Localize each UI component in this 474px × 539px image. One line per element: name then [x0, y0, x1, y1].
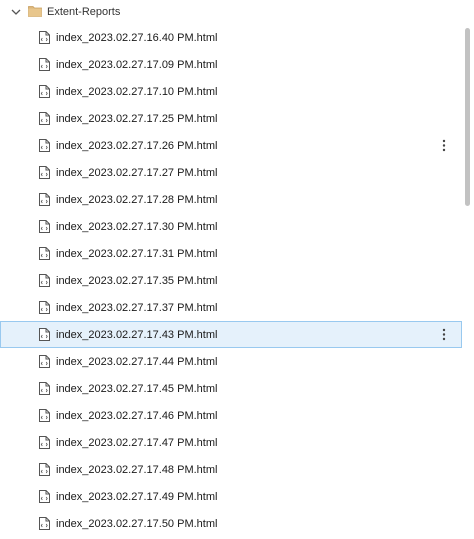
file-name: index_2023.02.27.17.48 PM.html — [56, 464, 218, 476]
html-file-icon — [39, 139, 50, 152]
file-row[interactable]: index_2023.02.27.17.44 PM.html — [0, 348, 462, 375]
file-row[interactable]: index_2023.02.27.17.31 PM.html — [0, 240, 462, 267]
file-name: index_2023.02.27.17.35 PM.html — [56, 275, 218, 287]
html-file-icon — [39, 247, 50, 260]
file-row[interactable]: index_2023.02.27.17.35 PM.html — [0, 267, 462, 294]
file-row[interactable]: index_2023.02.27.17.50 PM.html — [0, 510, 462, 537]
file-row[interactable]: index_2023.02.27.17.10 PM.html — [0, 78, 462, 105]
file-name: index_2023.02.27.17.50 PM.html — [56, 518, 218, 530]
file-name: index_2023.02.27.17.31 PM.html — [56, 248, 218, 260]
html-file-icon — [39, 85, 50, 98]
html-file-icon — [39, 328, 50, 341]
html-file-icon — [39, 463, 50, 476]
more-vertical-icon[interactable] — [437, 137, 451, 154]
file-row[interactable]: index_2023.02.27.17.28 PM.html — [0, 186, 462, 213]
file-name: index_2023.02.27.17.45 PM.html — [56, 383, 218, 395]
folder-icon — [28, 6, 42, 17]
chevron-down-icon[interactable] — [9, 5, 23, 19]
html-file-icon — [39, 193, 50, 206]
folder-row-extent-reports[interactable]: Extent-Reports — [0, 0, 462, 24]
file-row[interactable]: index_2023.02.27.17.09 PM.html — [0, 51, 462, 78]
file-row[interactable]: index_2023.02.27.17.25 PM.html — [0, 105, 462, 132]
file-list: index_2023.02.27.16.40 PM.html index_2023… — [0, 24, 462, 539]
file-name: index_2023.02.27.16.40 PM.html — [56, 32, 218, 44]
file-name: index_2023.02.27.17.30 PM.html — [56, 221, 218, 233]
html-file-icon — [39, 409, 50, 422]
file-row[interactable]: index_2023.02.27.17.27 PM.html — [0, 159, 462, 186]
file-name: index_2023.02.27.17.47 PM.html — [56, 437, 218, 449]
file-name: index_2023.02.27.17.28 PM.html — [56, 194, 218, 206]
file-row[interactable]: index_2023.02.27.17.30 PM.html — [0, 213, 462, 240]
html-file-icon — [39, 166, 50, 179]
file-name: index_2023.02.27.17.09 PM.html — [56, 59, 218, 71]
file-name: index_2023.02.27.17.49 PM.html — [56, 491, 218, 503]
file-name: index_2023.02.27.17.37 PM.html — [56, 302, 218, 314]
html-file-icon — [39, 112, 50, 125]
file-row[interactable]: index_2023.02.27.17.49 PM.html — [0, 483, 462, 510]
html-file-icon — [39, 31, 50, 44]
html-file-icon — [39, 490, 50, 503]
file-name: index_2023.02.27.17.25 PM.html — [56, 113, 218, 125]
file-row[interactable]: index_2023.02.27.17.43 PM.html — [0, 321, 462, 348]
file-row[interactable]: index_2023.02.27.17.37 PM.html — [0, 294, 462, 321]
html-file-icon — [39, 301, 50, 314]
html-file-icon — [39, 436, 50, 449]
html-file-icon — [39, 355, 50, 368]
html-file-icon — [39, 517, 50, 530]
html-file-icon — [39, 274, 50, 287]
file-row[interactable]: index_2023.02.27.17.26 PM.html — [0, 132, 462, 159]
html-file-icon — [39, 382, 50, 395]
file-name: index_2023.02.27.17.44 PM.html — [56, 356, 218, 368]
html-file-icon — [39, 58, 50, 71]
file-row[interactable]: index_2023.02.27.17.46 PM.html — [0, 402, 462, 429]
file-name: index_2023.02.27.17.27 PM.html — [56, 167, 218, 179]
folder-name: Extent-Reports — [47, 6, 121, 18]
file-row[interactable]: index_2023.02.27.17.47 PM.html — [0, 429, 462, 456]
file-row[interactable]: index_2023.02.27.17.45 PM.html — [0, 375, 462, 402]
html-file-icon — [39, 220, 50, 233]
file-name: index_2023.02.27.17.43 PM.html — [56, 329, 218, 341]
file-name: index_2023.02.27.17.10 PM.html — [56, 86, 218, 98]
file-name: index_2023.02.27.17.46 PM.html — [56, 410, 218, 422]
scrollbar-thumb[interactable] — [465, 28, 470, 206]
file-explorer-tree: Extent-Reports index_2023.02.27.16.40 PM… — [0, 0, 474, 539]
more-vertical-icon[interactable] — [437, 326, 451, 343]
file-row[interactable]: index_2023.02.27.16.40 PM.html — [0, 24, 462, 51]
file-name: index_2023.02.27.17.26 PM.html — [56, 140, 218, 152]
file-row[interactable]: index_2023.02.27.17.48 PM.html — [0, 456, 462, 483]
